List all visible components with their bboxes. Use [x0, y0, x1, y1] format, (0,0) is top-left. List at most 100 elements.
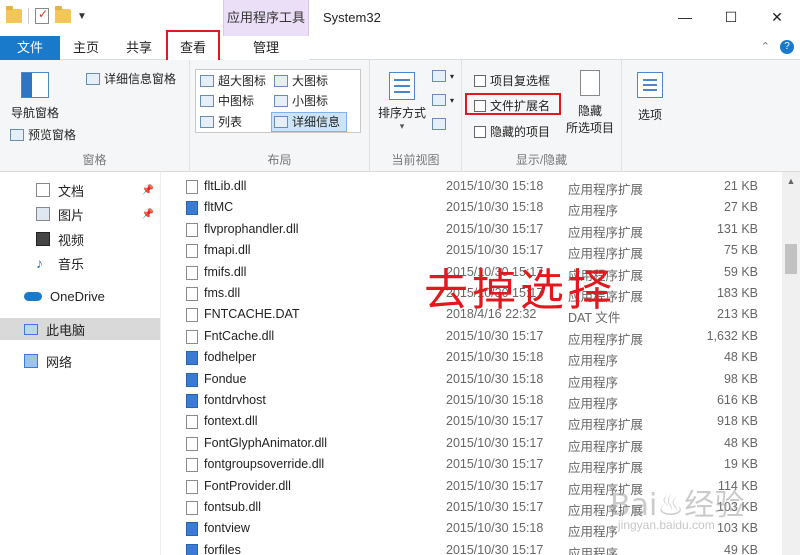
file-name: FontGlyphAnimator.dll	[204, 435, 327, 450]
vertical-scrollbar[interactable]: ▲	[782, 172, 800, 555]
nav-item-documents[interactable]: 文档 📌	[0, 179, 160, 201]
hidden-items-label: 隐藏的项目	[490, 125, 551, 139]
file-type: 应用程序	[568, 397, 619, 411]
file-row[interactable]: FntCache.dll 2015/10/30 15:17 应用程序扩展 1,632 …	[162, 326, 782, 347]
nav-item-onedrive[interactable]: OneDrive	[0, 285, 160, 307]
pin-icon[interactable]: 📌	[142, 185, 154, 196]
document-icon	[36, 183, 50, 197]
close-button[interactable]: ✕	[754, 0, 800, 34]
preview-pane-label: 预览窗格	[28, 128, 77, 142]
sort-icon	[389, 72, 415, 100]
item-checkboxes-toggle[interactable]: 项目复选框	[474, 72, 550, 89]
file-size: 213 KB	[716, 307, 758, 322]
tab-view[interactable]: 查看	[166, 30, 220, 60]
new-folder-icon[interactable]	[55, 6, 71, 23]
file-row[interactable]: fltMC 2015/10/30 15:18 应用程序 27 KB	[162, 197, 782, 218]
navigation-pane-icon	[21, 72, 49, 98]
dll-file-icon	[186, 458, 198, 473]
layout-details[interactable]: 详细信息	[274, 113, 340, 130]
group-label-current-view: 当前视图	[391, 153, 440, 167]
nav-item-label: 网络	[46, 354, 73, 370]
group-by-icon	[432, 70, 446, 82]
scroll-thumb[interactable]	[785, 244, 797, 274]
dll-file-icon	[186, 180, 198, 194]
dll-file-icon	[186, 329, 198, 344]
layout-small-icons[interactable]: 小图标	[274, 92, 328, 109]
nav-item-network[interactable]: 网络	[0, 350, 160, 372]
checkbox[interactable]	[474, 125, 486, 138]
file-row[interactable]: flvprophandler.dll 2015/10/30 15:17 应用程序扩展…	[162, 219, 782, 240]
file-row[interactable]: fltLib.dll 2015/10/30 15:18 应用程序扩展 21 KB	[162, 176, 782, 197]
file-date: 2015/10/30 15:17	[446, 435, 544, 450]
tab-manage[interactable]: 管理	[223, 36, 309, 60]
file-size: 21 KB	[723, 179, 758, 193]
properties-icon[interactable]	[35, 7, 49, 24]
tab-share[interactable]: 共享	[112, 36, 166, 60]
dll-file-icon	[186, 415, 198, 430]
file-row[interactable]: forfiles 2015/10/30 15:17 应用程序 49 KB	[162, 540, 782, 555]
nav-item-label: 文档	[58, 183, 85, 199]
tab-home[interactable]: 主页	[60, 36, 112, 60]
file-name: fontgroupsoverride.dll	[204, 457, 325, 472]
nav-item-videos[interactable]: 视频	[0, 228, 160, 250]
file-row[interactable]: fontgroupsoverride.dll 2015/10/30 15:17 应用…	[162, 454, 782, 475]
details-pane-label: 详细信息窗格	[104, 72, 177, 86]
file-size: 183 KB	[716, 286, 758, 300]
add-columns-button[interactable]: ▾	[432, 94, 454, 106]
nav-item-label: 图片	[58, 207, 85, 223]
help-icon[interactable]: ?	[780, 40, 794, 54]
size-columns-button[interactable]	[432, 118, 446, 130]
scroll-up-icon[interactable]: ▲	[782, 172, 800, 190]
nav-item-pictures[interactable]: 图片 📌	[0, 203, 160, 225]
separator	[28, 8, 29, 24]
nav-item-music[interactable]: ♪ 音乐	[0, 252, 160, 274]
customize-toolbar-dropdown-icon[interactable]: ▼	[77, 11, 87, 22]
options-button[interactable]: 选项	[626, 72, 674, 123]
file-size: 49 KB	[723, 542, 758, 555]
layout-medium-icons[interactable]: 中图标	[200, 92, 254, 109]
minimize-button[interactable]: —	[662, 0, 708, 34]
file-row[interactable]: fontdrvhost 2015/10/30 15:18 应用程序 616 KB	[162, 390, 782, 411]
maximize-button[interactable]: ☐	[708, 0, 754, 34]
file-name: fms.dll	[204, 286, 241, 300]
pin-icon[interactable]: 📌	[142, 209, 154, 220]
details-pane-button[interactable]: 详细信息窗格	[86, 70, 176, 87]
file-name: FNTCACHE.DAT	[204, 307, 300, 322]
annotation-text: 去掉选择	[424, 265, 616, 316]
details-icon	[274, 115, 288, 128]
hidden-items-toggle[interactable]: 隐藏的项目	[474, 123, 550, 140]
file-row[interactable]: FontGlyphAnimator.dll 2015/10/30 15:17 应用程…	[162, 433, 782, 454]
file-date: 2015/10/30 15:17	[446, 328, 544, 343]
nav-item-this-pc[interactable]: 此电脑	[0, 318, 160, 340]
size-columns-icon	[432, 118, 446, 130]
application-icon	[186, 522, 198, 537]
file-type: 应用程序扩展	[568, 225, 644, 240]
list-icon	[200, 115, 214, 128]
file-row[interactable]: Fondue 2015/10/30 15:18 应用程序 98 KB	[162, 369, 782, 390]
folder-icon[interactable]	[6, 6, 22, 23]
tab-file[interactable]: 文件	[0, 36, 60, 60]
file-icon	[186, 308, 198, 323]
collapse-ribbon-icon[interactable]: ⌃	[761, 40, 770, 54]
file-type: 应用程序扩展	[568, 332, 644, 347]
layout-large-icons[interactable]: 大图标	[274, 72, 328, 89]
group-by-button[interactable]: ▾	[432, 70, 454, 82]
sort-by-button[interactable]: 排序方式 ▾	[376, 72, 428, 132]
layout-list[interactable]: 列表	[200, 113, 242, 130]
hide-selected-button[interactable]: 隐藏 所选项目	[562, 70, 618, 136]
ribbon: 导航窗格 预览窗格 详细信息窗格 窗格 布局 超大图标 大图标 中图标 小图标 …	[0, 60, 800, 172]
file-row[interactable]: fontext.dll 2015/10/30 15:17 应用程序扩展 918 KB	[162, 411, 782, 432]
group-current-view: 排序方式 ▾ ▾ ▾ 当前视图	[370, 60, 462, 172]
nav-pane-button[interactable]: 导航窗格	[6, 72, 64, 121]
file-name: fontext.dll	[204, 414, 258, 429]
layout-gallery: 超大图标 大图标 中图标 小图标 列表 详细信息	[195, 69, 361, 133]
preview-pane-button[interactable]: 预览窗格	[10, 126, 76, 143]
checkbox[interactable]	[474, 74, 486, 87]
file-date: 2015/10/30 15:18	[446, 371, 544, 386]
selected-items-label: 所选项目	[565, 121, 614, 135]
file-row[interactable]: fodhelper 2015/10/30 15:18 应用程序 48 KB	[162, 347, 782, 368]
file-name: fmifs.dll	[204, 264, 247, 279]
layout-extra-large-icons[interactable]: 超大图标	[200, 72, 266, 89]
file-type: 应用程序	[568, 354, 619, 369]
file-name: flvprophandler.dll	[204, 221, 299, 236]
